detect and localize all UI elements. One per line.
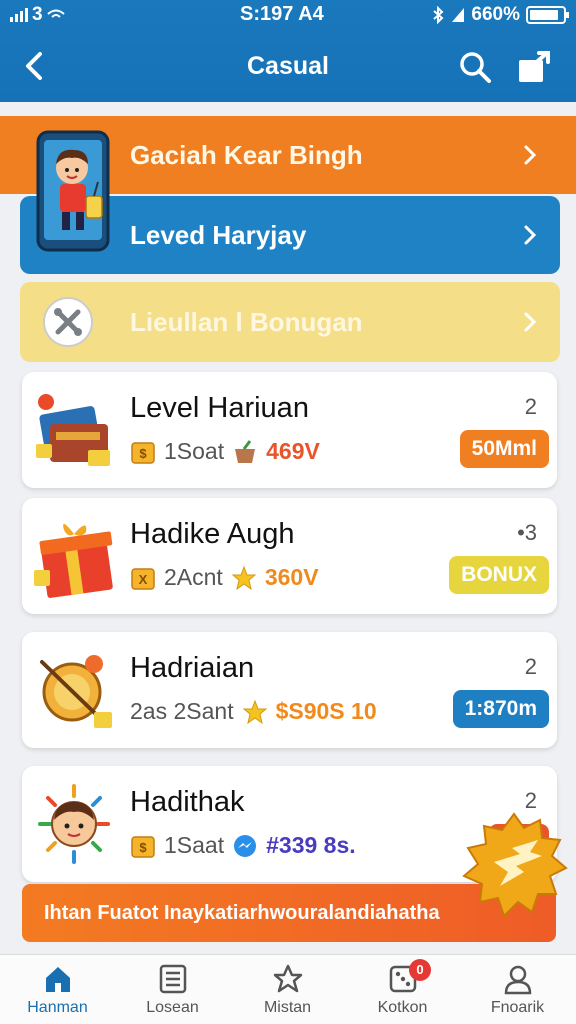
chevron-right-icon: [524, 145, 537, 165]
tab-star[interactable]: Mistan: [230, 955, 345, 1024]
card-count: 2: [524, 394, 537, 419]
battery-icon: [526, 6, 569, 24]
status-bar: 3 S:197 A4 660%: [0, 0, 576, 30]
card-value: 469V: [266, 438, 320, 464]
chevron-right-icon: [524, 225, 537, 245]
card-count: •3: [517, 520, 537, 545]
tab-label: Losean: [146, 999, 199, 1016]
star-icon: [231, 565, 257, 590]
tab-label: Kotkon: [377, 999, 428, 1016]
game-card[interactable]: Hadike Augh •3 X 2Acnt 360V BONUX: [22, 498, 557, 614]
signal-icon: [10, 8, 28, 22]
sun-face-illustration: [38, 784, 110, 864]
banner-label: Lieullan l Bonugan: [130, 306, 363, 337]
card-title: Hadithak: [130, 786, 245, 818]
card-meta-text: 2Acnt: [164, 564, 223, 590]
bluetooth-icon: [433, 6, 444, 24]
card-meta: 2as 2Sant $S90S 10: [130, 698, 377, 725]
search-icon[interactable]: [458, 50, 492, 84]
svg-text:$: $: [139, 840, 147, 855]
tab-label: Mistan: [263, 999, 312, 1016]
card-title: Level Hariuan: [130, 392, 309, 424]
tab-dice[interactable]: 0 Kotkon: [345, 955, 460, 1024]
card-meta-text: 2as 2Sant: [130, 698, 234, 724]
mascot-phone-illustration: [36, 130, 110, 252]
gift-box-illustration: [34, 523, 113, 598]
card-pill-button[interactable]: BONUX: [449, 556, 549, 594]
app-header: 3 S:197 A4 660% Casual: [0, 0, 576, 102]
cards-and-money-illustration: [36, 394, 110, 466]
card-value: $S90S 10: [275, 698, 377, 724]
star-icon: [273, 964, 302, 993]
svg-text:X: X: [139, 572, 148, 587]
banner-label: Gaciah Kear Bingh: [130, 139, 363, 170]
tools-icon: [43, 297, 93, 347]
coin-bag-icon: $: [131, 835, 155, 858]
notification-badge: 0: [409, 959, 431, 981]
card-value: #339 8s.: [266, 832, 356, 858]
tab-label: Fnoarik: [490, 999, 545, 1016]
lightning-badge-icon[interactable]: [460, 810, 568, 918]
game-card[interactable]: Level Hariuan 2 $ 1Soat 469V 50Mml: [22, 372, 557, 488]
status-left: 3: [10, 4, 65, 26]
card-meta: $ 1Soat 469V: [130, 438, 320, 465]
svg-text:$: $: [139, 446, 147, 461]
profile-icon: [504, 965, 531, 995]
card-meta-text: 1Soat: [164, 438, 225, 464]
nav-bar: Casual: [0, 42, 576, 92]
card-meta: $ 1Saat #339 8s.: [130, 832, 356, 859]
banner-label: Leved Haryjay: [130, 219, 307, 250]
tab-profile[interactable]: Fnoarik: [460, 955, 575, 1024]
tab-label: Hanman: [27, 999, 88, 1016]
list-icon: [159, 964, 186, 994]
card-pill-button[interactable]: 1:870m: [452, 690, 549, 728]
status-time: S:197 A4: [240, 3, 324, 25]
tab-home[interactable]: Hanman: [0, 955, 115, 1024]
coin-bag-icon: $: [131, 441, 155, 464]
card-meta: X 2Acnt 360V: [130, 564, 319, 591]
card-title: Hadike Augh: [130, 518, 295, 550]
card-pill-button[interactable]: 50Mml: [459, 430, 549, 468]
chevron-right-icon: [524, 312, 537, 332]
banner-bonus[interactable]: Lieullan l Bonugan: [20, 282, 560, 362]
tab-list[interactable]: Losean: [115, 955, 230, 1024]
card-title: Hadriaian: [130, 652, 255, 684]
basket-icon: [235, 439, 256, 463]
star-icon: [242, 699, 267, 724]
wifi-icon: [46, 9, 65, 18]
home-icon: [45, 967, 70, 992]
carrier-text: 3: [32, 4, 43, 25]
card-count: 2: [524, 654, 537, 679]
battery-percent: 660%: [471, 4, 520, 25]
bottom-nav: Hanman Losean Mistan 0 Kotkon Fnoarik: [0, 954, 576, 1024]
messenger-icon: [234, 834, 257, 857]
drum-illustration: [40, 655, 112, 728]
card-meta-text: 1Saat: [164, 832, 225, 858]
cell-icon: [452, 8, 465, 22]
status-right: 660%: [431, 4, 569, 26]
game-card[interactable]: Hadriaian 2 2as 2Sant $S90S 10 1:870m: [22, 632, 557, 748]
promo-text: Ihtan Fuatot Inaykatiarhwouralandiahatha: [44, 901, 440, 924]
coin-bag-icon: X: [131, 567, 155, 590]
card-value: 360V: [264, 564, 319, 590]
share-icon[interactable]: [516, 50, 552, 84]
